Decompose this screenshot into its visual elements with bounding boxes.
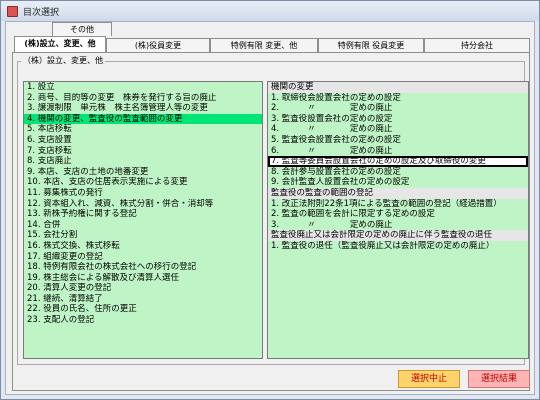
- left-list-item[interactable]: 18. 特例有限会社の株式会社への移行の登記: [24, 262, 262, 273]
- left-list-item[interactable]: 13. 新株予約権に関する登記: [24, 209, 262, 220]
- title-bar: 目次選択: [1, 1, 539, 21]
- left-list-item[interactable]: 1. 設立: [24, 82, 262, 93]
- right-list-item[interactable]: 5. 監査役会設置会社の定めの設定: [268, 135, 528, 146]
- left-list-item[interactable]: 7. 支店移転: [24, 146, 262, 157]
- left-list[interactable]: 1. 設立 2. 商号、目的等の変更 株券を発行する旨の廃止 3. 譲渡制限 単元株…: [23, 81, 263, 359]
- window-title: 目次選択: [23, 7, 60, 18]
- left-list-item[interactable]: 22. 役員の氏名、住所の更正: [24, 304, 262, 315]
- left-list-item[interactable]: 21. 継続、清算結了: [24, 294, 262, 305]
- left-list-item[interactable]: 14. 合併: [24, 220, 262, 231]
- right-list-item[interactable]: 9. 会計監査人設置会社の定めの設定: [268, 177, 528, 188]
- tab-tokurei-henko[interactable]: 特例有限 変更、他: [210, 38, 318, 52]
- right-list-item[interactable]: 4. 〃 定めの廃止: [268, 124, 528, 135]
- client-area: その他 (株)設立、変更、他 (株)役員変更 特例有限 変更、他 特例有限 役員…: [5, 21, 535, 395]
- right-list-item[interactable]: 8. 会計参与設置会社の定めの設定: [268, 167, 528, 178]
- group-label: （株）設立、変更、他: [21, 55, 105, 66]
- left-list-item[interactable]: 10. 本店、支店の住居表示実施による変更: [24, 177, 262, 188]
- right-list-item[interactable]: 2. 監査の範囲を会計に限定する定めの設定: [268, 209, 528, 220]
- left-list-item[interactable]: 15. 会社分割: [24, 230, 262, 241]
- right-list[interactable]: 機関の変更 1. 取締役会設置会社の定めの設定 2. 〃 定めの廃止 3. 監査役設置…: [267, 81, 529, 359]
- tab-panel: （株）設立、変更、他 1. 設立 2. 商号、目的等の変更 株券を発行する旨の廃止…: [12, 53, 530, 391]
- left-list-item[interactable]: 19. 株主総会による解散及び清算人選任: [24, 273, 262, 284]
- right-list-item[interactable]: 1. 取締役会設置会社の定めの設定: [268, 93, 528, 104]
- left-list-item[interactable]: 11. 募集株式の発行: [24, 188, 262, 199]
- right-list-item[interactable]: 3. 監査役設置会社の定めの設定: [268, 114, 528, 125]
- left-list-item[interactable]: 2. 商号、目的等の変更 株券を発行する旨の廃止: [24, 93, 262, 104]
- right-list-item[interactable]: 7. 監査等委員会設置会社の定めの設定及び取締役の変更: [268, 156, 528, 167]
- right-list-header: 監査役の監査の範囲の登記: [268, 187, 528, 199]
- left-list-item[interactable]: 8. 支店廃止: [24, 156, 262, 167]
- left-list-item[interactable]: 12. 資本組入れ、減資、株式分割・併合・消却等: [24, 199, 262, 210]
- tab-other[interactable]: その他: [52, 22, 112, 36]
- app-icon: [7, 5, 18, 17]
- main-window: 目次選択 その他 (株)設立、変更、他 (株)役員変更 特例有限 変更、他 特例…: [0, 0, 540, 400]
- left-list-item[interactable]: 23. 支配人の登記: [24, 315, 262, 326]
- left-list-item[interactable]: 16. 株式交換、株式移転: [24, 241, 262, 252]
- left-list-item[interactable]: 9. 本店、支店の土地の地番変更: [24, 167, 262, 178]
- right-list-item[interactable]: 3. 〃 定めの廃止: [268, 220, 528, 231]
- left-list-item[interactable]: 17. 組織変更の登記: [24, 252, 262, 263]
- tab-mochibun[interactable]: 持分会社: [424, 38, 530, 52]
- right-list-item[interactable]: 1. 改正法附則22条1項による監査の範囲の登記（経過措置）: [268, 199, 528, 210]
- left-list-item[interactable]: 5. 本店移転: [24, 124, 262, 135]
- right-list-item[interactable]: 2. 〃 定めの廃止: [268, 103, 528, 114]
- right-list-item[interactable]: 6. 〃 定めの廃止: [268, 146, 528, 157]
- left-list-item[interactable]: 20. 清算人変更の登記: [24, 283, 262, 294]
- right-list-header: 機関の変更: [268, 82, 528, 93]
- left-list-item[interactable]: 4. 機関の変更、監査役の監査範囲の変更: [24, 113, 262, 125]
- left-list-item[interactable]: 6. 支店設置: [24, 135, 262, 146]
- right-list-item[interactable]: 1. 監査役の退任（監査役廃止又は会計限定の定めの廃止）: [268, 241, 528, 252]
- tab-kabu-setsuritsu[interactable]: (株)設立、変更、他: [14, 36, 106, 52]
- selection-result-button[interactable]: 選択結果: [468, 370, 530, 388]
- tab-kabu-yakuin[interactable]: (株)役員変更: [106, 38, 210, 52]
- tab-tokurei-yakuin[interactable]: 特例有限 役員変更: [318, 38, 424, 52]
- right-list-header: 監査役廃止又は会計限定の定めの廃止に伴う監査役の退任: [268, 230, 528, 241]
- cancel-selection-button[interactable]: 選択中止: [398, 370, 460, 388]
- left-list-item[interactable]: 3. 譲渡制限 単元株 株主名簿管理人等の変更: [24, 103, 262, 114]
